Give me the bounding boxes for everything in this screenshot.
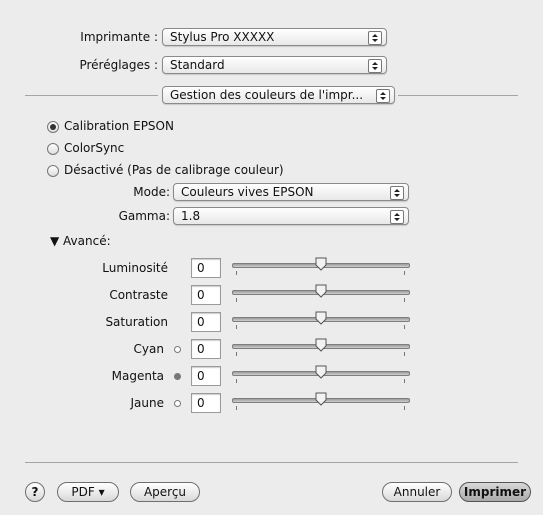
adjustment-label: Saturation — [105, 315, 168, 329]
mode-popup[interactable]: Couleurs vives EPSON — [173, 183, 409, 201]
updown-arrows-icon — [368, 31, 382, 45]
help-button[interactable]: ? — [25, 482, 45, 502]
gamma-value: 1.8 — [181, 209, 201, 223]
slider-tick — [236, 352, 237, 356]
saturation-input[interactable]: 0 — [191, 312, 221, 332]
updown-arrows-icon — [390, 210, 404, 224]
print-button[interactable]: Imprimer — [459, 482, 531, 502]
magenta-slider[interactable] — [232, 363, 410, 387]
slider-thumb-icon[interactable] — [315, 392, 327, 406]
presets-value: Standard — [170, 58, 225, 72]
cancel-button[interactable]: Annuler — [382, 482, 452, 502]
jaune-input[interactable]: 0 — [191, 393, 221, 413]
slider-tick — [236, 406, 237, 410]
panel-menu-popup[interactable]: Gestion des couleurs de l'impr... — [162, 86, 395, 104]
cyan-input[interactable]: 0 — [191, 339, 221, 359]
adjustment-label: Cyan — [133, 342, 164, 356]
printer-value: Stylus Pro XXXXX — [170, 30, 275, 44]
radio-label-calibration-epson: Calibration EPSON — [64, 119, 174, 133]
jaune-dot-icon — [174, 400, 181, 407]
adjustment-label: Jaune — [130, 396, 165, 410]
slider-tick — [236, 379, 237, 383]
cyan-dot-icon — [174, 346, 181, 353]
slider-tick — [404, 352, 405, 356]
slider-thumb-icon[interactable] — [315, 311, 327, 325]
slider-tick — [236, 271, 237, 275]
slider-thumb-icon[interactable] — [315, 284, 327, 298]
radio-label-desactive: Désactivé (Pas de calibrage couleur) — [64, 163, 284, 177]
updown-arrows-icon — [368, 59, 382, 73]
luminosite-input[interactable]: 0 — [191, 258, 221, 278]
panel-menu-value: Gestion des couleurs de l'impr... — [170, 88, 364, 102]
presets-label: Préréglages : — [79, 58, 158, 72]
contraste-input[interactable]: 0 — [191, 285, 221, 305]
gamma-popup[interactable]: 1.8 — [173, 207, 409, 225]
cyan-slider[interactable] — [232, 336, 410, 360]
luminosite-slider[interactable] — [232, 255, 410, 279]
adjustment-label: Magenta — [111, 369, 164, 383]
separator-right — [398, 95, 518, 96]
pdf-button[interactable]: PDF ▾ — [57, 482, 119, 502]
slider-thumb-icon[interactable] — [315, 338, 327, 352]
slider-tick — [236, 298, 237, 302]
magenta-input[interactable]: 0 — [191, 366, 221, 386]
slider-tick — [404, 271, 405, 275]
footer-separator — [25, 462, 518, 463]
adjustment-label: Luminosité — [102, 261, 168, 275]
advanced-disclosure[interactable]: ▼ Avancé: — [50, 234, 111, 248]
preview-button[interactable]: Aperçu — [130, 482, 200, 502]
slider-tick — [404, 325, 405, 329]
mode-value: Couleurs vives EPSON — [181, 185, 314, 199]
separator-left — [25, 95, 158, 96]
slider-tick — [404, 406, 405, 410]
radio-calibration-epson[interactable] — [47, 121, 59, 133]
printer-label: Imprimante : — [80, 30, 158, 44]
magenta-dot-icon — [174, 373, 181, 380]
radio-label-colorsync: ColorSync — [64, 141, 125, 155]
presets-popup[interactable]: Standard — [162, 56, 387, 74]
updown-arrows-icon — [390, 186, 404, 200]
contraste-slider[interactable] — [232, 282, 410, 306]
jaune-slider[interactable] — [232, 390, 410, 414]
slider-thumb-icon[interactable] — [315, 365, 327, 379]
radio-colorsync[interactable] — [47, 143, 59, 155]
updown-arrows-icon — [376, 89, 390, 103]
saturation-slider[interactable] — [232, 309, 410, 333]
slider-tick — [404, 379, 405, 383]
radio-desactive[interactable] — [47, 165, 59, 177]
gamma-label: Gamma: — [118, 209, 170, 223]
printer-popup[interactable]: Stylus Pro XXXXX — [162, 28, 387, 46]
adjustment-label: Contraste — [109, 288, 168, 302]
mode-label: Mode: — [133, 185, 170, 199]
slider-tick — [404, 298, 405, 302]
slider-thumb-icon[interactable] — [315, 257, 327, 271]
slider-tick — [236, 325, 237, 329]
